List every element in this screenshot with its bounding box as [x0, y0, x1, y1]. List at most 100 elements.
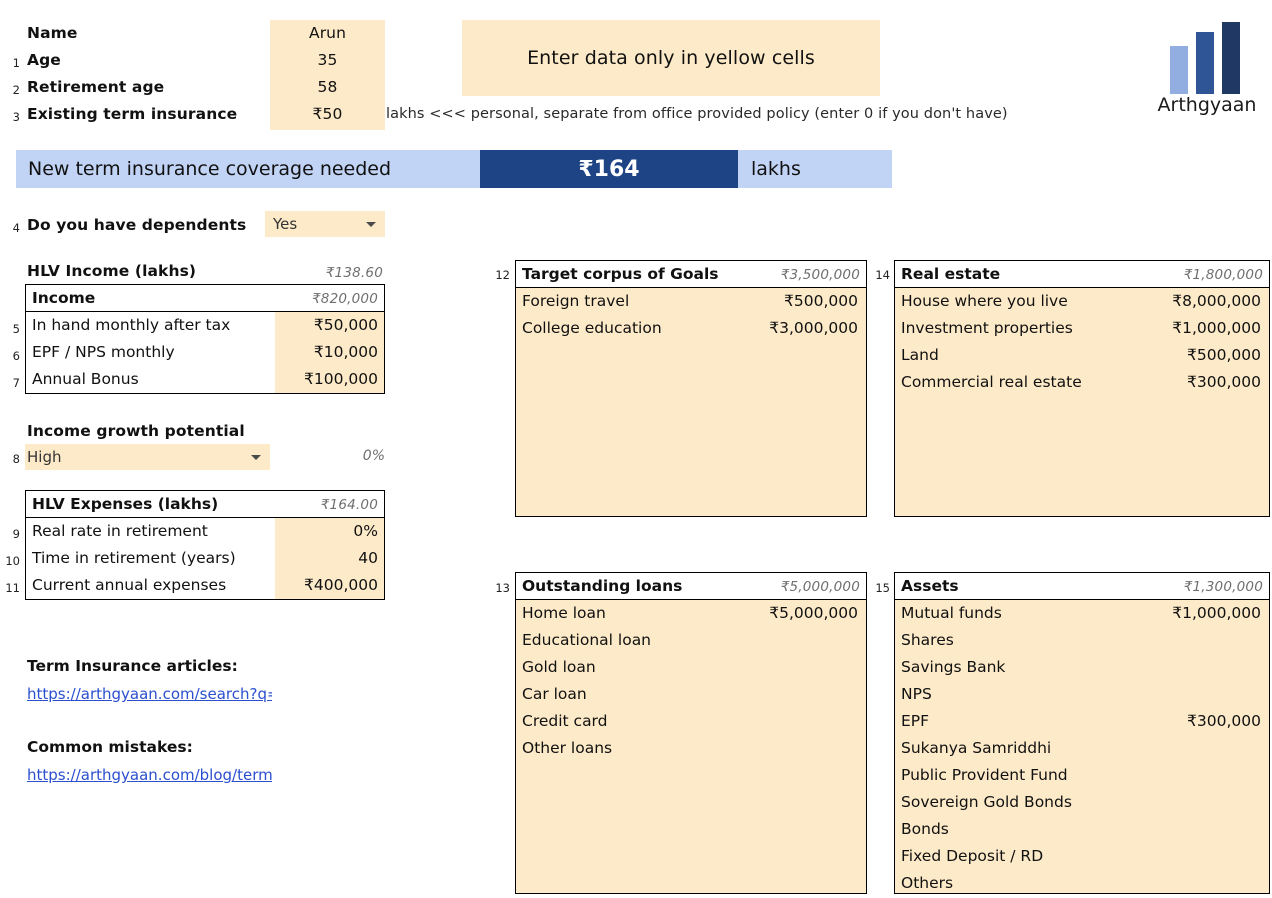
row-number-5: 5 — [12, 322, 20, 336]
hlv-expenses-label-11: Current annual expenses — [32, 576, 227, 594]
asset-label-0: Mutual funds — [901, 604, 1002, 622]
dependents-dropdown-value: Yes — [273, 215, 298, 233]
row-number-4: 4 — [12, 221, 20, 235]
retirement-age-value[interactable]: 58 — [270, 78, 385, 96]
real-estate-label-3: Commercial real estate — [901, 373, 1082, 391]
hlv-expenses-value-10[interactable]: 40 — [358, 549, 378, 567]
table-row[interactable]: Land ₹500,000 — [895, 342, 1269, 369]
table-row[interactable]: Foreign travel ₹500,000 — [516, 288, 866, 315]
table-row[interactable]: Real rate in retirement 0% — [26, 518, 384, 545]
table-row[interactable]: Public Provident Fund — [895, 762, 1269, 789]
table-row[interactable]: Commercial real estate ₹300,000 — [895, 369, 1269, 396]
existing-term-insurance-value[interactable]: ₹50 — [270, 105, 385, 123]
real-estate-label-1: Investment properties — [901, 319, 1073, 337]
common-mistakes-link[interactable]: https://arthgyaan.com/blog/term-insuranc… — [27, 766, 272, 784]
asset-label-6: Public Provident Fund — [901, 766, 1068, 784]
retirement-age-label: Retirement age — [27, 78, 165, 96]
row-number-3: 3 — [12, 110, 20, 124]
assets-title: Assets — [901, 577, 959, 595]
table-row[interactable]: Savings Bank — [895, 654, 1269, 681]
asset-label-1: Shares — [901, 631, 954, 649]
row-number-1: 1 — [12, 56, 20, 70]
real-estate-value-0[interactable]: ₹8,000,000 — [1172, 292, 1261, 310]
name-value[interactable]: Arun — [270, 24, 385, 42]
income-growth-dropdown[interactable]: High — [25, 444, 270, 470]
loan-label-4: Credit card — [522, 712, 608, 730]
table-row[interactable]: Mutual funds ₹1,000,000 — [895, 600, 1269, 627]
goal-value-0[interactable]: ₹500,000 — [784, 292, 858, 310]
asset-label-3: NPS — [901, 685, 932, 703]
hlv-income-value-6[interactable]: ₹10,000 — [314, 343, 378, 361]
row-number-7: 7 — [12, 376, 20, 390]
table-row[interactable]: Sovereign Gold Bonds — [895, 789, 1269, 816]
real-estate-value-3[interactable]: ₹300,000 — [1187, 373, 1261, 391]
term-insurance-articles-link[interactable]: https://arthgyaan.com/search?q=term+insu… — [27, 685, 272, 703]
goals-rows: Foreign travel ₹500,000 College educatio… — [516, 288, 866, 516]
asset-label-10: Others — [901, 874, 954, 892]
table-row[interactable]: Credit card — [516, 708, 866, 735]
chevron-down-icon — [366, 222, 376, 227]
hlv-expenses-table: HLV Expenses (lakhs) ₹164.00 Real rate i… — [25, 490, 385, 600]
dependents-label: Do you have dependents — [27, 216, 247, 234]
real-estate-value-2[interactable]: ₹500,000 — [1187, 346, 1261, 364]
hlv-expenses-header: HLV Expenses (lakhs) ₹164.00 — [26, 491, 384, 518]
hlv-expenses-title: HLV Expenses (lakhs) — [32, 495, 219, 513]
hlv-expenses-value-11[interactable]: ₹400,000 — [304, 576, 378, 594]
real-estate-value-1[interactable]: ₹1,000,000 — [1172, 319, 1261, 337]
table-row[interactable]: Current annual expenses ₹400,000 — [26, 572, 384, 599]
term-insurance-articles-link-wrap: https://arthgyaan.com/search?q=term+insu… — [27, 684, 272, 706]
goal-label-0: Foreign travel — [522, 292, 630, 310]
table-row[interactable]: Home loan ₹5,000,000 — [516, 600, 866, 627]
table-row[interactable]: Car loan — [516, 681, 866, 708]
table-row[interactable]: EPF / NPS monthly ₹10,000 — [26, 339, 384, 366]
table-row[interactable]: Others — [895, 870, 1269, 893]
logo-bar-2 — [1196, 32, 1214, 94]
table-row[interactable]: In hand monthly after tax ₹50,000 — [26, 312, 384, 339]
name-label: Name — [27, 24, 78, 42]
existing-term-insurance-note: lakhs <<< personal, separate from office… — [386, 106, 1008, 122]
dependents-dropdown[interactable]: Yes — [265, 211, 385, 237]
hlv-income-label-5: In hand monthly after tax — [32, 316, 231, 334]
income-subheader-value: ₹820,000 — [311, 291, 378, 307]
table-row[interactable]: NPS — [895, 681, 1269, 708]
goal-value-1[interactable]: ₹3,000,000 — [769, 319, 858, 337]
age-value[interactable]: 35 — [270, 51, 385, 69]
hlv-income-value-7[interactable]: ₹100,000 — [304, 370, 378, 388]
table-row[interactable]: Investment properties ₹1,000,000 — [895, 315, 1269, 342]
table-row[interactable]: Shares — [895, 627, 1269, 654]
real-estate-title: Real estate — [901, 265, 1001, 283]
real-estate-table: Real estate ₹1,800,000 House where you l… — [894, 260, 1270, 517]
logo-bar-1 — [1170, 46, 1188, 94]
loan-value-0[interactable]: ₹5,000,000 — [769, 604, 858, 622]
table-row[interactable]: Annual Bonus ₹100,000 — [26, 366, 384, 393]
income-subheader-label: Income — [32, 289, 96, 307]
row-number-10: 10 — [5, 554, 20, 568]
row-number-2: 2 — [12, 83, 20, 97]
table-row[interactable]: House where you live ₹8,000,000 — [895, 288, 1269, 315]
hlv-expenses-value-9[interactable]: 0% — [353, 522, 378, 540]
goals-title: Target corpus of Goals — [522, 265, 719, 283]
hlv-income-title: HLV Income (lakhs) — [27, 262, 197, 280]
table-row[interactable]: Gold loan — [516, 654, 866, 681]
table-row[interactable]: Fixed Deposit / RD — [895, 843, 1269, 870]
asset-label-2: Savings Bank — [901, 658, 1006, 676]
real-estate-rows: House where you live ₹8,000,000 Investme… — [895, 288, 1269, 516]
real-estate-header: Real estate ₹1,800,000 — [895, 261, 1269, 288]
age-label: Age — [27, 51, 61, 69]
arthgyaan-logo: Arthgyaan — [1152, 22, 1262, 127]
table-row[interactable]: Other loans — [516, 735, 866, 762]
loan-label-1: Educational loan — [522, 631, 652, 649]
table-row[interactable]: Educational loan — [516, 627, 866, 654]
asset-label-4: EPF — [901, 712, 930, 730]
row-number-13: 13 — [495, 581, 510, 595]
table-row[interactable]: Sukanya Samriddhi — [895, 735, 1269, 762]
asset-value-4[interactable]: ₹300,000 — [1187, 712, 1261, 730]
table-row[interactable]: Bonds — [895, 816, 1269, 843]
hlv-income-label-6: EPF / NPS monthly — [32, 343, 175, 361]
asset-label-8: Bonds — [901, 820, 949, 838]
hlv-income-value-5[interactable]: ₹50,000 — [314, 316, 378, 334]
table-row[interactable]: EPF ₹300,000 — [895, 708, 1269, 735]
table-row[interactable]: Time in retirement (years) 40 — [26, 545, 384, 572]
asset-value-0[interactable]: ₹1,000,000 — [1172, 604, 1261, 622]
table-row[interactable]: College education ₹3,000,000 — [516, 315, 866, 342]
